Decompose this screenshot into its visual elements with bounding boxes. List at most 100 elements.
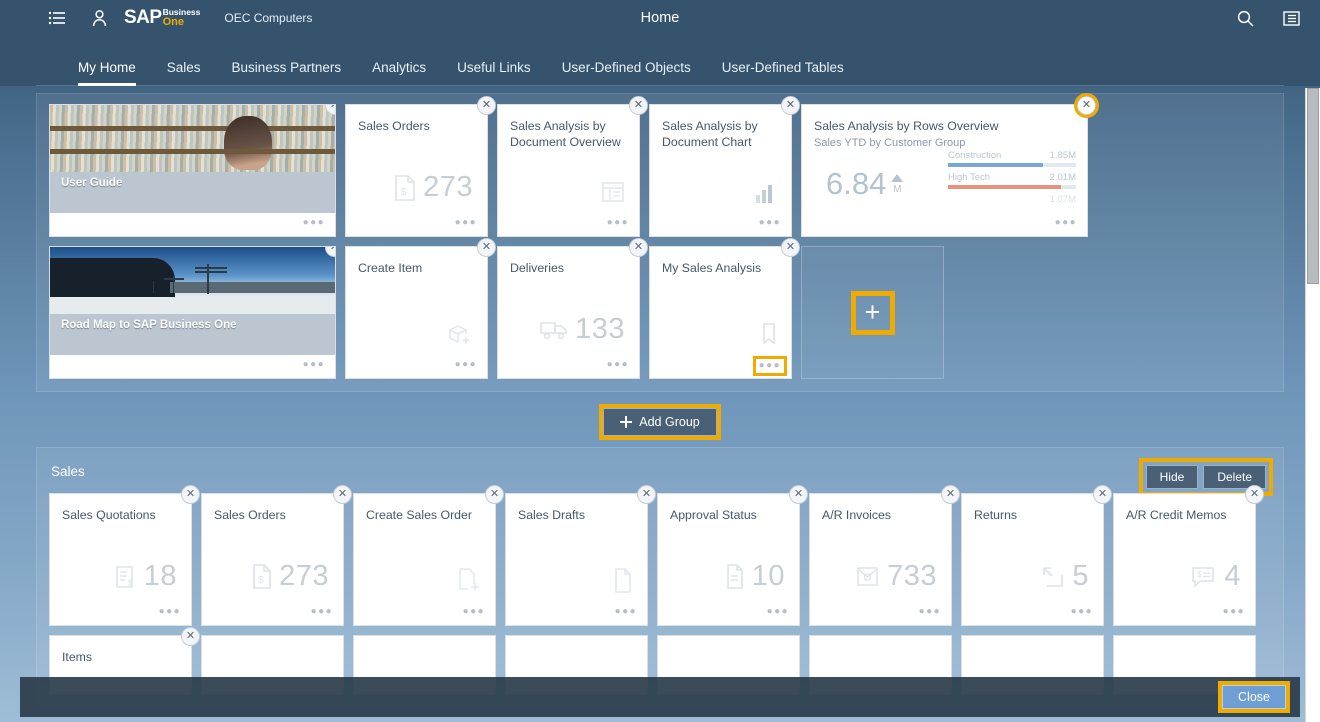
approval-icon (725, 564, 745, 589)
tile-actions-icon[interactable]: ●●● (1071, 607, 1093, 617)
tile-actions-icon[interactable]: ●●● (752, 356, 788, 376)
add-group-button[interactable]: Add Group (603, 408, 717, 436)
tab-business-partners[interactable]: Business Partners (232, 60, 342, 86)
tab-user-defined-tables[interactable]: User-Defined Tables (722, 60, 844, 86)
tile-sales-orders-sales-group[interactable]: ✕ Sales Orders $ 273 ●●● (201, 485, 352, 626)
tile-actions-icon[interactable]: ●●● (615, 607, 637, 617)
tile-close-icon[interactable]: ✕ (629, 96, 648, 115)
chart-value-label: 2.01M (1049, 172, 1076, 183)
tile-actions-icon[interactable]: ●●● (311, 607, 333, 617)
tile-caption: User Guide (50, 172, 335, 215)
my-home-group-panel: ✕ User Guide ●●● ✕ Sales Orders (36, 93, 1284, 392)
tab-user-defined-objects[interactable]: User-Defined Objects (562, 60, 691, 86)
person-icon[interactable] (86, 5, 112, 31)
tile-caption: Road Map to SAP Business One (50, 314, 335, 357)
tile-close-icon[interactable]: ✕ (1074, 93, 1099, 118)
list-view-icon[interactable] (1278, 5, 1304, 31)
tile-sales-orders[interactable]: ✕ Sales Orders $ 273 ●●● (345, 96, 496, 237)
bottom-action-bar: Close (20, 677, 1300, 717)
close-button[interactable]: Close (1222, 685, 1286, 709)
tile-actions-icon[interactable]: ●●● (463, 607, 485, 617)
tile-deliveries[interactable]: ✕ Deliveries 133 ●●● (497, 238, 648, 379)
tile-close-icon[interactable]: ✕ (637, 485, 656, 504)
tile-my-sales-analysis[interactable]: ✕ My Sales Analysis ●●● (649, 238, 800, 379)
tile-close-icon[interactable]: ✕ (477, 238, 496, 257)
kpi-total-value: 6.84 (826, 166, 887, 201)
tile-actions-icon[interactable]: ●●● (1055, 218, 1077, 228)
tile-create-item[interactable]: ✕ Create Item ●●● (345, 238, 496, 379)
tile-ar-credit-memos[interactable]: ✕ A/R Credit Memos $ 4 ●●● (1113, 485, 1264, 626)
tile-sales-analysis-document-chart[interactable]: ✕ Sales Analysis by Document Chart ●●● (649, 96, 800, 237)
tile-title: Sales Drafts (518, 508, 585, 522)
kpi-total: 6.84 M (826, 166, 904, 201)
bookmark-icon (761, 322, 777, 346)
tile-close-icon[interactable]: ✕ (181, 485, 200, 504)
tile-actions-icon[interactable]: ●●● (303, 360, 325, 370)
library-books-photo (50, 105, 335, 172)
tile-close-icon[interactable]: ✕ (333, 485, 352, 504)
tile-close-icon[interactable]: ✕ (181, 627, 200, 646)
tile-actions-icon[interactable]: ●●● (607, 360, 629, 370)
tile-sales-quotations[interactable]: ✕ Sales Quotations $ 18 ●●● (49, 485, 200, 626)
tile-kpi-value: 5 (1072, 560, 1089, 592)
scrollbar-thumb[interactable] (1307, 88, 1319, 284)
company-name: OEC Computers (224, 11, 313, 25)
tile-actions-icon[interactable]: ●●● (455, 218, 477, 228)
tile-returns[interactable]: ✕ Returns 5 ●●● (961, 485, 1112, 626)
tile-kpi-value: 273 (423, 171, 473, 203)
tile-actions-icon[interactable]: ●●● (303, 218, 325, 228)
tile-title: Sales Analysis by Document Overview (510, 119, 621, 149)
tile-actions-icon[interactable]: ●●● (159, 607, 181, 617)
tile-actions-icon[interactable]: ●●● (1223, 607, 1245, 617)
add-tile-placeholder[interactable]: + (801, 246, 944, 379)
hide-button[interactable]: Hide (1145, 465, 1199, 489)
chart-value-label: 1.07M (1049, 194, 1076, 205)
tile-sales-analysis-document-overview[interactable]: ✕ Sales Analysis by Document Overview ●●… (497, 96, 648, 237)
tile-title: Create Item (358, 261, 423, 275)
tile-caption-label: Road Map to SAP Business One (61, 319, 237, 331)
tile-close-icon[interactable]: ✕ (789, 485, 808, 504)
tile-close-icon[interactable]: ✕ (941, 485, 960, 504)
tab-analytics[interactable]: Analytics (372, 60, 426, 86)
tile-actions-icon[interactable]: ●●● (919, 607, 941, 617)
kpi-total-unit: M (893, 184, 902, 195)
tile-close-icon[interactable]: ✕ (477, 96, 496, 115)
tile-kpi-value: 18 (143, 560, 177, 592)
tile-close-icon[interactable]: ✕ (1093, 485, 1112, 504)
tile-caption-label: User Guide (61, 177, 123, 189)
logo-one-text: One (162, 16, 201, 28)
tile-close-icon[interactable]: ✕ (1245, 485, 1264, 504)
tile-create-sales-order[interactable]: ✕ Create Sales Order ●●● (353, 485, 504, 626)
tile-actions-icon[interactable]: ●●● (767, 607, 789, 617)
svg-text:$: $ (401, 187, 407, 198)
tile-actions-icon[interactable]: ●●● (455, 360, 477, 370)
tile-title: Sales Analysis by Rows Overview (814, 119, 999, 133)
tile-close-icon[interactable]: ✕ (781, 96, 800, 115)
tab-sales[interactable]: Sales (167, 60, 201, 86)
tile-close-icon[interactable]: ✕ (485, 485, 504, 504)
tab-my-home[interactable]: My Home (78, 60, 136, 86)
tile-close-icon[interactable]: ✕ (781, 238, 800, 257)
tile-actions-icon[interactable]: ●●● (759, 218, 781, 228)
vertical-scrollbar[interactable] (1305, 88, 1320, 722)
tile-approval-status[interactable]: ✕ Approval Status 10 ●●● (657, 485, 808, 626)
quotation-icon: $ (115, 565, 137, 589)
tab-useful-links[interactable]: Useful Links (457, 60, 531, 86)
tile-sales-analysis-rows-overview[interactable]: ✕ Sales Analysis by Rows Overview Sales … (801, 93, 1099, 237)
chart-row: 1.07M (948, 194, 1076, 205)
hamburger-menu-icon[interactable] (44, 5, 70, 31)
svg-text:$: $ (128, 578, 133, 588)
tile-title: Sales Orders (214, 508, 286, 522)
tile-sales-drafts[interactable]: ✕ Sales Drafts ●●● (505, 485, 656, 626)
add-tile-button[interactable]: + (850, 290, 895, 335)
tile-road-map[interactable]: ✕ Road Map to SAP Busine (49, 246, 336, 379)
tile-ar-invoices[interactable]: ✕ A/R Invoices 733 ●●● (809, 485, 960, 626)
chart-category-label: Construction (948, 150, 1002, 161)
tile-close-icon[interactable]: ✕ (629, 238, 648, 257)
search-icon[interactable] (1232, 5, 1258, 31)
tile-actions-icon[interactable]: ●●● (607, 218, 629, 228)
svg-text:$: $ (258, 575, 264, 586)
tile-user-guide[interactable]: ✕ User Guide ●●● (49, 104, 336, 237)
close-button-highlight: Close (1218, 681, 1290, 713)
svg-text:$: $ (1197, 570, 1202, 579)
